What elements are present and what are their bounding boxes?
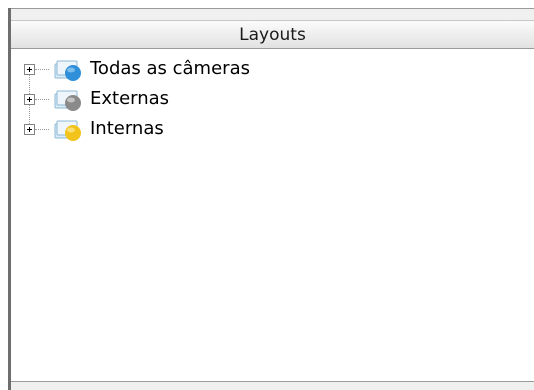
tree-branch-line bbox=[35, 69, 49, 70]
layout-yellow-icon bbox=[51, 118, 85, 142]
tree-item-label: Externas bbox=[90, 88, 170, 109]
tree-item-todas-as-cameras[interactable]: Todas as câmeras bbox=[11, 55, 311, 85]
tree-item-label: Internas bbox=[90, 118, 164, 139]
tree-item-label: Todas as câmeras bbox=[90, 58, 250, 79]
tree-item-externas[interactable]: Externas bbox=[11, 85, 311, 115]
layouts-panel: Layouts Todas as câmeras Externas Intern… bbox=[0, 0, 534, 390]
panel-bottom-strip bbox=[11, 382, 534, 390]
layout-blue-icon bbox=[51, 58, 85, 82]
expand-plus-icon[interactable] bbox=[24, 124, 35, 135]
panel-header[interactable]: Layouts bbox=[11, 20, 534, 49]
expand-plus-icon[interactable] bbox=[24, 94, 35, 105]
layout-gray-icon bbox=[51, 88, 85, 112]
tree-branch-line bbox=[35, 129, 49, 130]
layouts-tree: Todas as câmeras Externas Internas bbox=[11, 50, 534, 380]
tree-branch-line bbox=[35, 99, 49, 100]
tree-item-internas[interactable]: Internas bbox=[11, 115, 311, 145]
panel-title: Layouts bbox=[239, 24, 306, 45]
expand-plus-icon[interactable] bbox=[24, 64, 35, 75]
